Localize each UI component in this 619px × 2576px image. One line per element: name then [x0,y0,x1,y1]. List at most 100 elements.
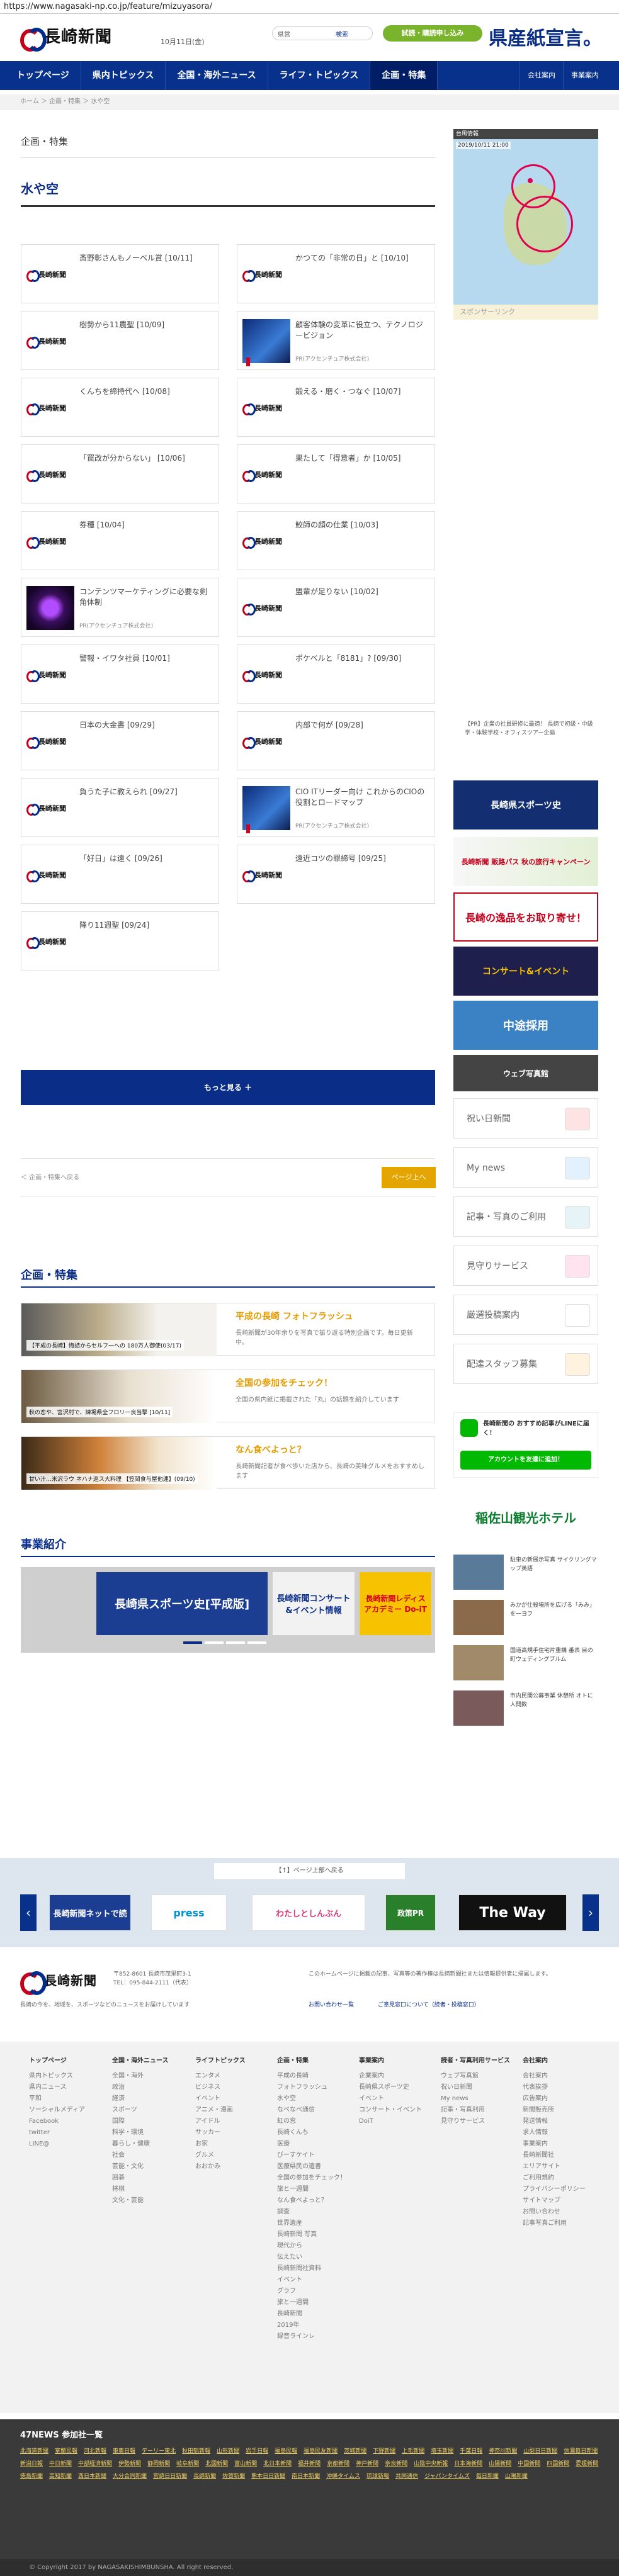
network-paper-link[interactable]: 千葉日報 [460,2447,482,2456]
address-bar[interactable]: https://www.nagasaki-np.co.jp/feature/mi… [0,0,619,14]
footer-link[interactable]: スポーツ [112,2105,188,2116]
footer-link[interactable]: おおかみ [195,2161,271,2173]
footer-link[interactable]: 旅と一週間 [277,2184,353,2195]
footer-link[interactable]: なべなべ通信 [277,2105,353,2116]
article-card[interactable]: 長崎新聞 「罠改が分からない」 [10/06] [21,444,219,503]
footer-link[interactable]: 県内トピックス [29,2071,105,2082]
network-paper-link[interactable]: 共同通信 [395,2472,418,2481]
network-paper-link[interactable]: 長崎新聞 [193,2472,216,2481]
network-paper-link[interactable]: 室蘭民報 [55,2447,77,2456]
slogan-banner[interactable]: 県産紙宣言。 [489,23,602,50]
footer-link[interactable]: 国際 [112,2116,188,2127]
footer-link[interactable]: ウェブ写真館 [441,2071,516,2082]
partner-banner[interactable]: The Way [458,1894,567,1931]
network-paper-link[interactable]: 琉球新報 [366,2472,389,2481]
footer-link[interactable]: 芸能・文化 [112,2161,188,2173]
footer-link[interactable]: サイトマップ [523,2195,598,2207]
network-paper-link[interactable]: 中国新聞 [518,2460,540,2468]
article-card[interactable]: 長崎新聞 鍛える・磨く・つなぐ [10/07] [237,378,435,437]
footer-link[interactable]: 平成の長崎 [277,2071,353,2082]
footer-column-title[interactable]: 会社案内 [523,2056,598,2067]
weather-search[interactable]: 県営 検索 [272,26,373,40]
network-paper-link[interactable]: 新潟日報 [20,2460,43,2468]
network-paper-link[interactable]: 北海道新聞 [20,2447,48,2456]
sidebar-menu-item[interactable]: 配達スタッフ募集 [453,1344,598,1384]
footer-link[interactable]: お家 [195,2139,271,2150]
footer-column-title[interactable]: 事業案内 [359,2056,434,2067]
network-paper-link[interactable]: 神戸新聞 [356,2460,378,2468]
footer-link[interactable]: 記事写真ご利用 [523,2218,598,2229]
sidebar-banner-photo[interactable]: ウェブ写真館 [453,1055,598,1091]
network-paper-link[interactable]: 静岡新聞 [147,2460,170,2468]
nav-life-topics[interactable]: ライフ・トピックス [268,61,371,90]
nav-national-news[interactable]: 全国・海外ニュース [166,61,268,90]
footer-link[interactable]: 見守りサービス [441,2116,516,2127]
footer-link[interactable]: ご利用規約 [523,2173,598,2184]
network-paper-link[interactable]: 秋田魁新報 [182,2447,210,2456]
footer-link[interactable]: 経済 [112,2093,188,2105]
footer-link[interactable]: なん食べよっと？ [277,2195,353,2207]
footer-link[interactable]: アイドル [195,2116,271,2127]
footer-link[interactable]: 代表挨拶 [523,2082,598,2093]
footer-link[interactable]: コンサート・イベント [359,2105,434,2116]
footer-logo[interactable]: 長崎新聞 [20,1970,97,1995]
network-paper-link[interactable]: 宮崎日日新聞 [153,2472,187,2481]
footer-link[interactable]: 社会 [112,2150,188,2161]
partner-banner[interactable]: わたしとしんぶん [252,1894,365,1931]
more-button[interactable]: もっと見る ＋ [21,1070,435,1105]
line-add-button[interactable]: アカウントを友達に追加！ [460,1451,591,1470]
footer-link[interactable]: 文化・芸能 [112,2195,188,2207]
footer-link[interactable]: 企業案内 [359,2071,434,2082]
network-paper-link[interactable]: 中部経済新聞 [78,2460,112,2468]
network-paper-link[interactable]: 北日本新聞 [263,2460,292,2468]
footer-link[interactable]: イベント [277,2275,353,2286]
article-card[interactable]: コンテンツマーケティングに必要な剣角体制 PR(アクセンチュア株式会社) [21,578,219,637]
footer-link[interactable]: 旅と一週間 [277,2297,353,2309]
footer-link[interactable]: お問い合わせ [523,2207,598,2218]
ranking-item[interactable]: 市内民間公募事業 休憩所 オトに人間数 [453,1690,598,1728]
footer-column-title[interactable]: 全国・海外ニュース [112,2056,188,2067]
footer-link[interactable]: LINE@ [29,2139,105,2150]
network-paper-link[interactable]: 日本海新聞 [454,2460,482,2468]
hotel-banner[interactable]: 稲佐山観光ホテル [453,1504,598,1529]
network-paper-link[interactable]: 上毛新聞 [402,2447,424,2456]
ranking-item[interactable]: 国道高規手住宅片重構 番表 目の町ウェディングブルム [453,1645,598,1683]
partner-banner[interactable]: press [151,1894,227,1931]
footer-link[interactable]: twitter [29,2127,105,2139]
pr-notice[interactable]: 【PR】企業の社員研修に最適！ 長崎で初級・中級学・体験学校・オフィスツアー企画 [465,720,594,738]
next-arrow-icon[interactable]: › [582,1894,599,1931]
footer-column-title[interactable]: 企画・特集 [277,2056,353,2067]
footer-link[interactable]: 長崎新聞 [277,2309,353,2320]
footer-link[interactable]: 虹の窓 [277,2116,353,2127]
network-paper-link[interactable]: 北國新聞 [205,2460,228,2468]
network-paper-link[interactable]: デーリー東北 [142,2447,176,2456]
network-paper-link[interactable]: 山梨日日新聞 [523,2447,557,2456]
feature-card[interactable]: 甘い汁…米沢ラウ ネハナ巡ス大料理 【笠岡食与屋他連】(09/10) なん食べよ… [21,1436,435,1490]
ranking-item[interactable]: 駐車の新展示写真 サイクリングマップ英語 [453,1555,598,1592]
network-paper-link[interactable]: 沖縄タイムス [326,2472,360,2481]
footer-link[interactable]: DoiT [359,2116,434,2127]
network-paper-link[interactable]: 徳島新聞 [20,2472,43,2481]
article-card[interactable]: 長崎新聞 樹勢から11農聖 [10/09] [21,311,219,370]
partner-banner[interactable]: 政策PR [385,1894,436,1931]
network-paper-link[interactable]: 愛媛新聞 [576,2460,598,2468]
breadcrumb[interactable]: ホーム ＞ 企画・特集 ＞ 水や空 [0,94,619,110]
footer-link[interactable]: 県内ニュース [29,2082,105,2093]
article-card[interactable]: 長崎新聞 遠近コツの罪締号 [09/25] [237,845,435,904]
footer-link[interactable]: ぴーすケイト [277,2150,353,2161]
footer-link[interactable]: ビジネス [195,2082,271,2093]
typhoon-map[interactable]: 2019/10/11 21:00 [453,139,598,305]
footer-link[interactable]: イベント [359,2093,434,2105]
sidebar-banner-travel[interactable]: 長崎新聞 販路パス 秋の旅行キャンペーン [453,837,598,886]
article-card[interactable]: 長崎新聞 券種 [10/04] [21,511,219,570]
footer-link[interactable]: 長崎くんち [277,2127,353,2139]
return-top-link[interactable]: 【↑】ページ上部へ戻る [214,1863,405,1879]
network-paper-link[interactable]: 南日本新聞 [292,2472,320,2481]
article-card[interactable]: 長崎新聞 負うた子に教えられ [09/27] [21,778,219,837]
network-paper-link[interactable]: 山陰中央新報 [414,2460,448,2468]
footer-link[interactable]: グラフ [277,2286,353,2297]
footer-link[interactable]: 世界遺産 [277,2218,353,2229]
ranking-item[interactable]: みかが仕殺場所を広げる「みみ」を一ヨフ [453,1600,598,1638]
network-paper-link[interactable]: 高知新聞 [49,2472,72,2481]
footer-link[interactable]: Facebook [29,2116,105,2127]
